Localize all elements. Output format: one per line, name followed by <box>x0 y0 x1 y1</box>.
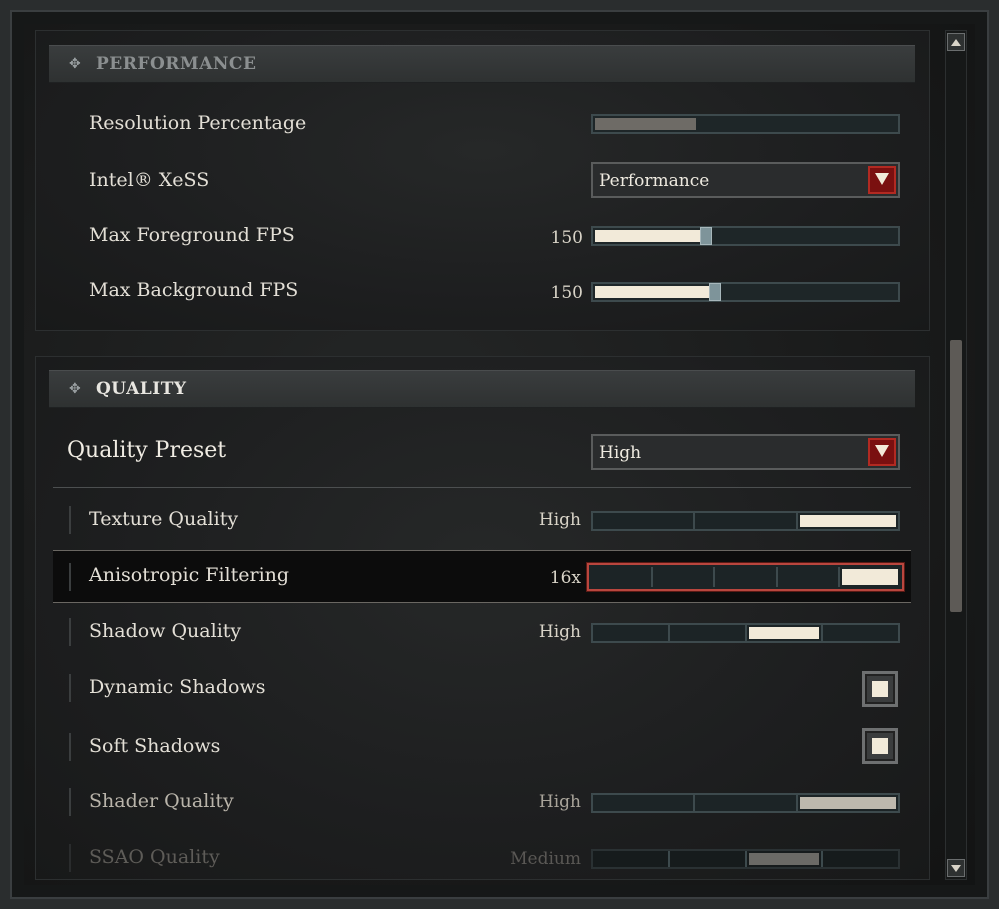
chevron-down-icon[interactable] <box>868 166 896 194</box>
performance-section-title: PERFORMANCE <box>96 54 257 74</box>
anisotropic-filtering-value: 16x <box>549 568 581 588</box>
segment[interactable] <box>823 625 898 641</box>
segment[interactable] <box>593 513 696 529</box>
resolution-percentage-label: Resolution Percentage <box>89 112 307 134</box>
shadow-quality-segments[interactable] <box>591 623 900 643</box>
segment[interactable] <box>823 851 898 867</box>
chevron-down-icon[interactable] <box>868 438 896 466</box>
row-indent-marker <box>69 844 71 872</box>
max-foreground-fps-slider[interactable] <box>591 226 900 246</box>
xess-label: Intel® XeSS <box>89 169 210 191</box>
segment[interactable] <box>670 625 747 641</box>
anisotropic-filtering-segments[interactable] <box>587 563 904 591</box>
shader-quality-segments[interactable] <box>591 793 900 813</box>
segment[interactable] <box>591 567 654 587</box>
soft-shadows-label: Soft Shadows <box>89 735 221 757</box>
segment[interactable] <box>747 851 824 867</box>
xess-dropdown-value: Performance <box>599 171 710 191</box>
ssao-quality-segments[interactable] <box>591 849 900 869</box>
texture-quality-segments[interactable] <box>591 511 900 531</box>
segment[interactable] <box>715 567 778 587</box>
segment[interactable] <box>840 567 900 587</box>
quality-section-header[interactable]: ✥ QUALITY <box>49 370 915 408</box>
segment[interactable] <box>798 795 898 811</box>
dynamic-shadows-checkbox[interactable] <box>862 671 898 707</box>
diamond-icon: ✥ <box>69 56 81 72</box>
segment[interactable] <box>593 795 696 811</box>
row-indent-marker <box>69 788 71 816</box>
segment[interactable] <box>653 567 716 587</box>
anisotropic-filtering-label: Anisotropic Filtering <box>89 564 290 586</box>
texture-quality-label: Texture Quality <box>89 508 239 530</box>
max-background-fps-value: 150 <box>550 283 583 303</box>
xess-dropdown[interactable]: Performance <box>591 162 900 198</box>
segment[interactable] <box>778 567 840 587</box>
quality-section-title: QUALITY <box>96 379 187 399</box>
max-background-fps-fill <box>595 286 711 298</box>
segment[interactable] <box>798 513 898 529</box>
max-background-fps-handle[interactable] <box>709 283 721 301</box>
ssao-quality-value: Medium <box>510 849 581 869</box>
ssao-quality-label: SSAO Quality <box>89 846 220 868</box>
row-indent-marker <box>69 563 71 591</box>
quality-preset-value: High <box>599 443 642 463</box>
resolution-percentage-fill <box>595 118 696 130</box>
shadow-quality-value: High <box>538 622 581 642</box>
scrollbar-thumb[interactable] <box>950 340 962 612</box>
row-indent-marker <box>69 506 71 534</box>
segment[interactable] <box>747 625 824 641</box>
segment[interactable] <box>670 851 747 867</box>
segment[interactable] <box>593 851 670 867</box>
max-foreground-fps-fill <box>595 230 702 242</box>
shader-quality-label: Shader Quality <box>89 790 234 812</box>
shadow-quality-label: Shadow Quality <box>89 620 242 642</box>
texture-quality-value: High <box>538 510 581 530</box>
segment[interactable] <box>593 625 670 641</box>
max-background-fps-slider[interactable] <box>591 282 900 302</box>
preset-divider <box>53 487 911 488</box>
max-foreground-fps-handle[interactable] <box>700 227 712 245</box>
checkmark-icon <box>872 738 888 754</box>
row-indent-marker <box>69 674 71 702</box>
row-indent-marker <box>69 733 71 761</box>
checkmark-icon <box>872 681 888 697</box>
dynamic-shadows-label: Dynamic Shadows <box>89 676 266 698</box>
quality-preset-dropdown[interactable]: High <box>591 434 900 470</box>
segment[interactable] <box>695 795 798 811</box>
shader-quality-value: High <box>538 792 581 812</box>
segment[interactable] <box>695 513 798 529</box>
soft-shadows-checkbox[interactable] <box>862 728 898 764</box>
max-foreground-fps-label: Max Foreground FPS <box>89 224 295 246</box>
quality-preset-label: Quality Preset <box>67 438 227 463</box>
max-background-fps-label: Max Background FPS <box>89 279 299 301</box>
resolution-percentage-slider[interactable] <box>591 114 900 134</box>
max-foreground-fps-value: 150 <box>550 228 583 248</box>
arrow-up-icon[interactable] <box>947 33 965 51</box>
row-indent-marker <box>69 618 71 646</box>
performance-section-header[interactable]: ✥ PERFORMANCE <box>49 45 915 83</box>
diamond-icon: ✥ <box>69 381 81 397</box>
arrow-down-icon[interactable] <box>947 859 965 877</box>
